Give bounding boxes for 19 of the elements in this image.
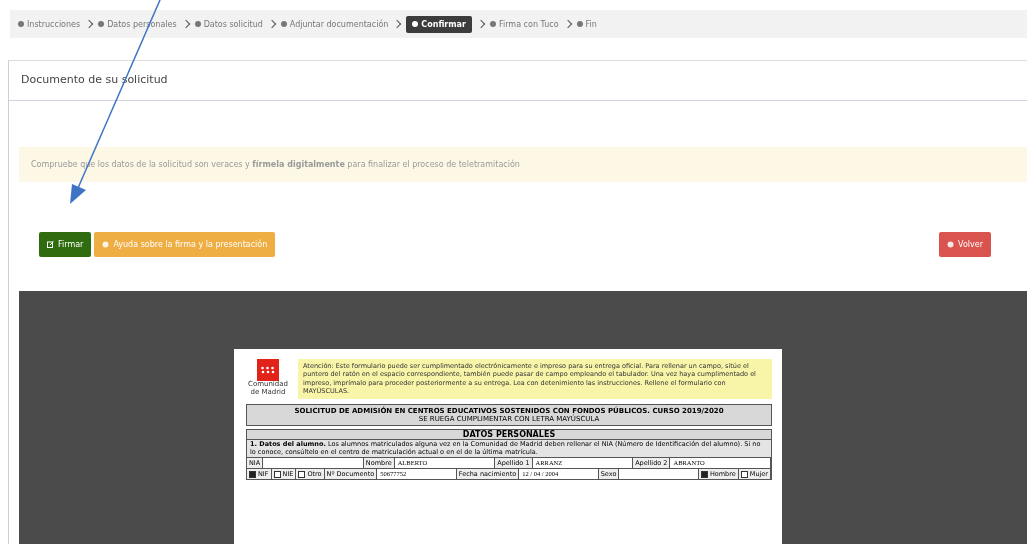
checkbox[interactable] [298, 470, 306, 478]
section-heading: DATOS PERSONALES [246, 428, 772, 440]
input-field[interactable] [263, 458, 364, 469]
checkbox[interactable] [700, 470, 708, 478]
sign-button[interactable]: Firmar [39, 232, 92, 257]
step-label[interactable]: Instrucciones [18, 19, 81, 29]
checkbox[interactable] [740, 470, 748, 478]
step-label[interactable]: Confirmar [406, 15, 472, 33]
step-label[interactable]: Datos solicitud [194, 19, 263, 29]
input-field[interactable] [619, 469, 699, 480]
step-label[interactable]: Firma con Tuco [489, 19, 559, 29]
checkbox[interactable] [273, 470, 281, 478]
back-button[interactable]: Volver [939, 232, 991, 257]
step-label[interactable]: Adjuntar documentación [280, 19, 389, 29]
checkbox[interactable] [249, 470, 256, 478]
edit-icon [47, 241, 54, 248]
logo-icon [257, 359, 279, 381]
step-label[interactable]: Fin [576, 19, 597, 29]
help-icon [102, 241, 110, 248]
